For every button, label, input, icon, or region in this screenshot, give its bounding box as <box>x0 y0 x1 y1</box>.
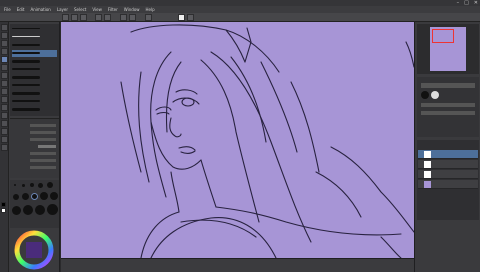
brush-item[interactable] <box>12 58 57 65</box>
sketch-lineart <box>120 24 415 259</box>
color-wheel[interactable] <box>12 230 56 270</box>
brush-size-row[interactable] <box>12 123 57 128</box>
brush-item[interactable] <box>12 106 57 113</box>
menu-edit[interactable]: Edit <box>17 6 25 13</box>
brush-item[interactable] <box>12 26 57 33</box>
layer-row[interactable] <box>418 170 478 179</box>
pen-tool-icon[interactable] <box>1 56 8 63</box>
brush-item[interactable] <box>12 34 57 41</box>
text-tool-icon[interactable] <box>1 128 8 135</box>
canvas-area[interactable] <box>61 22 415 259</box>
tool-palette <box>0 22 9 272</box>
size-dot[interactable] <box>22 184 25 187</box>
size-dot[interactable] <box>40 192 48 200</box>
eraser-tool-icon[interactable] <box>1 88 8 95</box>
brush-list <box>10 24 59 116</box>
brush-item[interactable] <box>12 50 57 57</box>
snap-icon[interactable] <box>178 14 185 21</box>
brush-item[interactable] <box>12 90 57 97</box>
navigator-viewport[interactable] <box>432 29 454 43</box>
clear-icon[interactable] <box>120 14 127 21</box>
texture-row[interactable] <box>12 165 57 170</box>
size-dot[interactable] <box>22 193 29 200</box>
opacity-slider[interactable] <box>421 83 475 88</box>
color-swatch[interactable] <box>431 91 439 99</box>
move-tool-icon[interactable] <box>1 32 8 39</box>
ink-row[interactable] <box>12 158 57 163</box>
navigator-panel <box>417 24 479 74</box>
save-icon[interactable] <box>80 14 87 21</box>
new-file-icon[interactable] <box>62 14 69 21</box>
balloon-tool-icon[interactable] <box>1 136 8 143</box>
menu-file[interactable]: File <box>4 6 11 13</box>
brush-shape-row[interactable] <box>12 151 57 156</box>
pencil-tool-icon[interactable] <box>1 64 8 71</box>
fill-icon[interactable] <box>129 14 136 21</box>
tool-property-panel <box>10 118 59 178</box>
menu-animation[interactable]: Animation <box>30 6 50 13</box>
brush-tool-icon[interactable] <box>1 72 8 79</box>
status-bar <box>61 258 414 272</box>
size-dot[interactable] <box>47 182 53 188</box>
size-dot[interactable] <box>30 183 34 187</box>
layer-panel <box>417 140 479 220</box>
brush-item[interactable] <box>12 82 57 89</box>
brush-item[interactable] <box>12 74 57 81</box>
ruler-icon[interactable] <box>187 14 194 21</box>
size-dot[interactable] <box>12 206 21 215</box>
brush-size-palette <box>10 180 59 228</box>
menu-window[interactable]: Window <box>124 6 140 13</box>
menu-help[interactable]: Help <box>146 6 155 13</box>
layer-row[interactable] <box>418 150 478 159</box>
transform-icon[interactable] <box>145 14 152 21</box>
size-dot[interactable] <box>23 205 33 215</box>
layer-thumbnail <box>424 171 431 178</box>
size-dot[interactable] <box>14 184 16 186</box>
sub-color-icon[interactable] <box>1 208 6 213</box>
menu-bar: File Edit Animation Layer Select View Fi… <box>0 6 480 13</box>
size-dot[interactable] <box>38 183 43 188</box>
brush-item[interactable] <box>12 66 57 73</box>
size-dot-selected[interactable] <box>31 193 38 200</box>
main-color-icon[interactable] <box>1 202 6 207</box>
menu-filter[interactable]: Filter <box>108 6 118 13</box>
layer-thumbnail <box>424 161 431 168</box>
gradient-tool-icon[interactable] <box>1 112 8 119</box>
size-dot[interactable] <box>47 204 58 215</box>
menu-view[interactable]: View <box>92 6 102 13</box>
undo-icon[interactable] <box>95 14 102 21</box>
brush-item[interactable] <box>12 98 57 105</box>
brush-item[interactable] <box>12 42 57 49</box>
opacity-row[interactable] <box>12 130 57 135</box>
layer-thumbnail <box>424 181 431 188</box>
layer-row[interactable] <box>418 160 478 169</box>
select-tool-icon[interactable] <box>1 40 8 47</box>
zoom-tool-icon[interactable] <box>1 24 8 31</box>
fill-tool-icon[interactable] <box>1 104 8 111</box>
color-swatch[interactable] <box>421 91 429 99</box>
anti-alias-row[interactable] <box>12 144 57 149</box>
right-panel <box>414 22 480 272</box>
size-dot[interactable] <box>13 194 19 200</box>
redo-icon[interactable] <box>104 14 111 21</box>
ruler-tool-icon[interactable] <box>1 144 8 151</box>
command-bar <box>0 13 480 22</box>
stabilization-row[interactable] <box>12 137 57 142</box>
left-panel <box>0 22 60 272</box>
blend-tool-icon[interactable] <box>1 96 8 103</box>
expression-color-select[interactable] <box>421 111 475 115</box>
menu-select[interactable]: Select <box>74 6 86 13</box>
figure-tool-icon[interactable] <box>1 120 8 127</box>
size-dot[interactable] <box>50 192 58 200</box>
menu-layer[interactable]: Layer <box>57 6 68 13</box>
size-dot[interactable] <box>35 205 45 215</box>
layer-property-panel <box>417 77 479 137</box>
layer-thumbnail <box>424 151 431 158</box>
drawing-canvas[interactable] <box>61 22 415 259</box>
layer-row[interactable] <box>418 180 478 189</box>
open-file-icon[interactable] <box>71 14 78 21</box>
blend-mode-select[interactable] <box>421 103 475 107</box>
airbrush-tool-icon[interactable] <box>1 80 8 87</box>
eyedropper-tool-icon[interactable] <box>1 48 8 55</box>
